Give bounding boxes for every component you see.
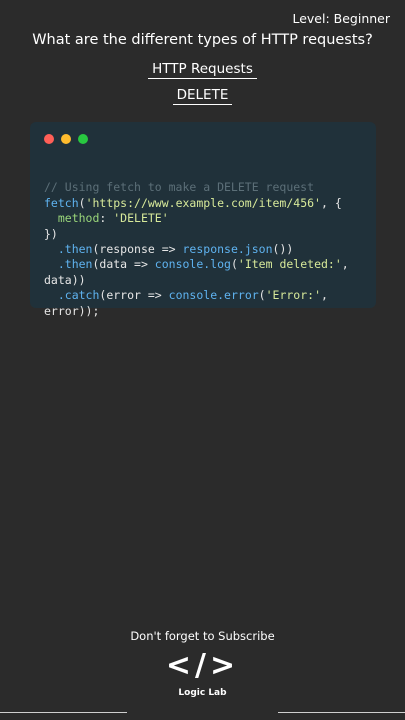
code-token-fetch: fetch: [44, 195, 79, 210]
code-line-8: .catch(error => console.error('Error:',: [44, 288, 366, 303]
code-token-then1: .then: [57, 242, 93, 257]
code-token-method-value: 'DELETE': [113, 211, 169, 226]
code-token-catch: .catch: [57, 288, 100, 303]
code-token-url: 'https://www.example.com/item/456': [85, 195, 321, 210]
code-token-error: (error =>: [99, 288, 169, 303]
code-token-colon: :: [99, 211, 114, 226]
code-token-close1: ()): [272, 242, 294, 257]
code-token-open: (: [78, 195, 86, 210]
code-token-json: response.json: [182, 242, 273, 257]
code-line-2: fetch('https://www.example.com/item/456'…: [44, 196, 366, 211]
code-token-then2: .then: [57, 257, 93, 272]
code-token-indent3: [44, 288, 58, 302]
bottom-divider-right: [278, 712, 405, 713]
code-token-console-error: console.error: [168, 288, 259, 303]
code-window: // Using fetch to make a DELETE request f…: [30, 122, 376, 318]
code-token-error-msg: 'Error:': [265, 288, 321, 303]
code-token-indent2: [44, 257, 58, 271]
bottom-divider-left: [0, 712, 127, 713]
code-token-paren2: (: [258, 288, 266, 303]
subscribe-text: Don't forget to Subscribe: [130, 629, 275, 643]
window-controls: [44, 134, 88, 144]
code-line-9: error));: [44, 303, 100, 318]
code-block: // Using fetch to make a DELETE request f…: [44, 165, 366, 350]
level-label: Level: Beginner: [292, 11, 390, 26]
code-token-deleted-msg: 'Item deleted:': [237, 257, 342, 272]
topic-heading: HTTP Requests: [0, 58, 405, 79]
code-line-3: method: 'DELETE': [44, 211, 366, 226]
code-line-5: .then(response => response.json()): [44, 242, 366, 257]
method-label: DELETE: [172, 87, 233, 105]
code-token-paren: (: [230, 257, 238, 272]
code-line-7: data)): [44, 272, 86, 287]
code-token-obj: , {: [320, 195, 342, 210]
logo: </> Logic Lab: [0, 648, 405, 699]
code-token-response: (response =>: [92, 242, 183, 257]
code-token-comma2: ,: [321, 288, 328, 303]
code-token-method-key: method: [44, 211, 100, 226]
code-brackets-icon: </>: [165, 648, 240, 683]
code-token-console-log: console.log: [154, 257, 231, 272]
question-title: What are the different types of HTTP req…: [32, 32, 373, 48]
method-heading: DELETE: [0, 84, 405, 105]
close-dot-icon: [44, 134, 54, 144]
code-token-comma: ,: [341, 257, 349, 272]
code-line-6: .then(data => console.log('Item deleted:…: [44, 257, 366, 272]
logo-name: Logic Lab: [178, 688, 227, 698]
maximize-dot-icon: [78, 134, 88, 144]
topic-label: HTTP Requests: [148, 61, 257, 79]
code-line-1: // Using fetch to make a DELETE request: [44, 180, 315, 195]
code-line-4: }): [44, 226, 58, 241]
code-token-data: (data =>: [92, 257, 155, 272]
minimize-dot-icon: [61, 134, 71, 144]
code-token-indent: [44, 242, 58, 256]
